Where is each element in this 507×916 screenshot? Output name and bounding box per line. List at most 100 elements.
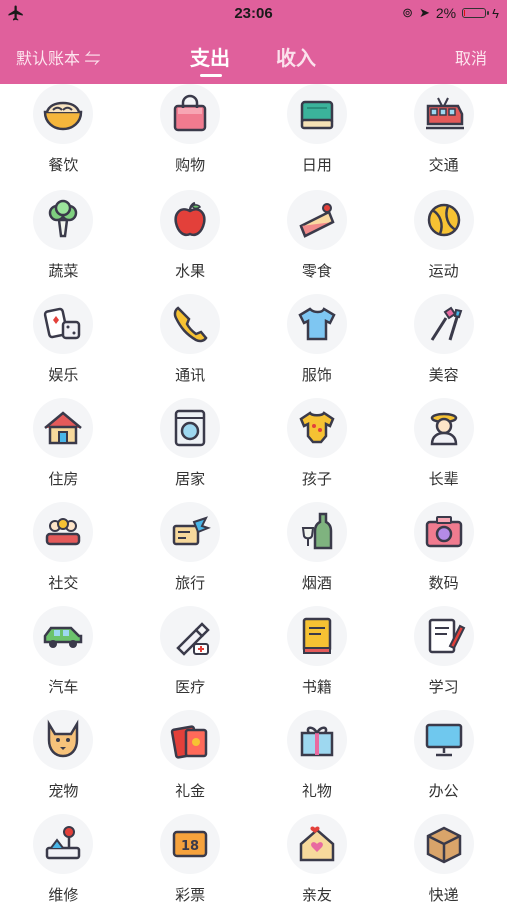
location-icon: ➤ (418, 5, 430, 20)
category-label: 日用 (301, 156, 332, 174)
category-label: 美容 (428, 366, 459, 384)
category-label: 居家 (175, 470, 206, 488)
charging-icon: ϟ (492, 5, 499, 21)
category-item[interactable]: 零食 (254, 188, 381, 292)
category-label: 通讯 (175, 366, 206, 384)
train-icon (413, 84, 474, 144)
category-item[interactable]: 快递 (380, 812, 507, 916)
ball-icon (413, 190, 474, 250)
category-item[interactable]: 餐饮 (0, 84, 127, 188)
category-label: 孩子 (301, 470, 332, 488)
washing-machine-icon (160, 398, 221, 458)
tab-income[interactable]: 收入 (276, 42, 316, 71)
category-label: 学习 (428, 678, 459, 696)
family-house-icon (286, 814, 347, 874)
category-label: 水果 (175, 262, 206, 280)
category-item[interactable]: 孩子 (254, 396, 381, 500)
baby-onesie-icon (286, 398, 347, 458)
wine-icon (286, 502, 347, 562)
category-item[interactable]: 18 彩票 (127, 812, 254, 916)
category-label: 餐饮 (48, 156, 79, 174)
category-label: 书籍 (301, 678, 332, 696)
category-label: 长辈 (428, 470, 459, 488)
category-item[interactable]: 水果 (127, 188, 254, 292)
category-label: 医疗 (175, 678, 206, 696)
category-item[interactable]: 学习 (380, 604, 507, 708)
category-item[interactable]: 服饰 (254, 292, 381, 396)
category-label: 娱乐 (48, 366, 79, 384)
account-switch-button[interactable]: 默认账本 ⇋ (16, 45, 100, 69)
syringe-icon (160, 606, 221, 666)
category-item[interactable]: 购物 (127, 84, 254, 188)
category-item[interactable]: 长辈 (380, 396, 507, 500)
category-item[interactable]: 礼物 (254, 708, 381, 812)
category-item[interactable]: 娱乐 (0, 292, 127, 396)
category-label: 烟酒 (301, 574, 332, 592)
category-label: 零食 (301, 262, 332, 280)
category-item[interactable]: 办公 (380, 708, 507, 812)
category-item[interactable]: 礼金 (127, 708, 254, 812)
category-label: 彩票 (175, 886, 206, 904)
category-item[interactable]: 宠物 (0, 708, 127, 812)
category-item[interactable]: 蔬菜 (0, 188, 127, 292)
apple-icon (160, 190, 221, 250)
elder-icon (413, 398, 474, 458)
category-item[interactable]: 烟酒 (254, 500, 381, 604)
tab-expense[interactable]: 支出 (190, 42, 230, 71)
bowl-icon (33, 84, 94, 144)
category-label: 礼金 (175, 782, 206, 800)
status-bar: 23:06 ⊚ ➤ 2% ϟ (0, 0, 507, 28)
category-item[interactable]: 居家 (127, 396, 254, 500)
category-item[interactable]: 通讯 (127, 292, 254, 396)
category-item[interactable]: 住房 (0, 396, 127, 500)
cancel-button[interactable]: 取消 (455, 45, 487, 69)
category-item[interactable]: 医疗 (127, 604, 254, 708)
repair-icon (33, 814, 94, 874)
category-item[interactable]: 交通 (380, 84, 507, 188)
phone-icon (160, 294, 221, 354)
category-item[interactable]: 维修 (0, 812, 127, 916)
category-label: 宠物 (48, 782, 79, 800)
active-tab-indicator (200, 74, 222, 77)
category-label: 住房 (48, 470, 79, 488)
nav-bar: 默认账本 ⇋ 支出 收入 取消 (0, 28, 507, 84)
category-label: 旅行 (175, 574, 206, 592)
towel-icon (286, 84, 347, 144)
dog-icon (33, 710, 94, 770)
house-icon (33, 398, 94, 458)
category-label: 社交 (48, 574, 79, 592)
category-label: 运动 (428, 262, 459, 280)
category-item[interactable]: 旅行 (127, 500, 254, 604)
plane-ticket-icon (160, 502, 221, 562)
gift-icon (286, 710, 347, 770)
battery-percent: 2% (435, 5, 457, 21)
category-item[interactable]: 日用 (254, 84, 381, 188)
red-envelope-icon (160, 710, 221, 770)
category-item[interactable]: 数码 (380, 500, 507, 604)
category-label: 维修 (48, 886, 79, 904)
category-label: 数码 (428, 574, 459, 592)
category-label: 服饰 (301, 366, 332, 384)
category-item[interactable]: 书籍 (254, 604, 381, 708)
category-item[interactable]: 美容 (380, 292, 507, 396)
package-icon (413, 814, 474, 874)
battery-level (464, 10, 466, 16)
category-item[interactable]: 运动 (380, 188, 507, 292)
tshirt-icon (286, 294, 347, 354)
category-label: 购物 (175, 156, 206, 174)
category-item[interactable]: 社交 (0, 500, 127, 604)
vegetable-icon (33, 190, 94, 250)
cards-dice-icon (33, 294, 94, 354)
category-item[interactable]: 汽车 (0, 604, 127, 708)
category-grid: 餐饮 购物 日用 交通蔬菜 水果 零食 运动娱乐 通讯 服饰 美容住房 居家 孩子 长辈社交 旅行 烟酒 数码… (0, 84, 507, 916)
category-label: 礼物 (301, 782, 332, 800)
camera-icon (413, 502, 474, 562)
orientation-lock-icon: ⊚ (402, 5, 413, 20)
category-label: 办公 (428, 782, 459, 800)
category-label: 汽车 (48, 678, 79, 696)
car-icon (33, 606, 94, 666)
category-item[interactable]: 亲友 (254, 812, 381, 916)
notebook-pen-icon (413, 606, 474, 666)
people-icon (33, 502, 94, 562)
makeup-icon (413, 294, 474, 354)
